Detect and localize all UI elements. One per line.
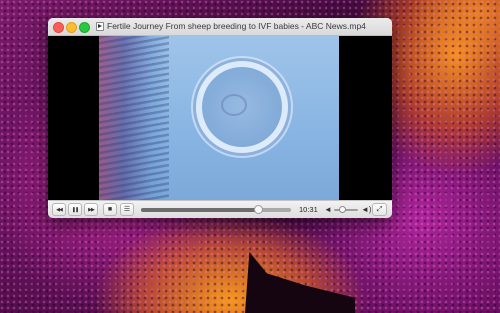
window-title: Fertile Journey From sheep breeding to I… <box>107 21 366 31</box>
video-egg-nucleus <box>221 94 247 116</box>
stop-icon: ■ <box>107 206 113 213</box>
fast-forward-button[interactable]: ▶▶ <box>84 203 98 216</box>
playlist-icon: ☰ <box>123 206 131 213</box>
video-area[interactable]: ))) <box>48 36 392 214</box>
playback-controls: ◀◀ ❚❚ ▶▶ ■ ☰ 10:31 ◄ ◄) ⤢ <box>48 200 392 218</box>
seek-bar[interactable] <box>141 205 291 214</box>
fullscreen-button[interactable]: ⤢ <box>372 203 387 216</box>
fast-forward-icon: ▶▶ <box>88 207 95 213</box>
volume-high-icon[interactable]: ◄) <box>361 205 372 214</box>
pause-icon: ❚❚ <box>71 207 79 213</box>
playlist-button[interactable]: ☰ <box>120 203 134 216</box>
rewind-icon: ◀◀ <box>56 207 63 213</box>
volume-slider[interactable] <box>334 206 358 213</box>
seek-bar-handle[interactable] <box>254 205 263 214</box>
close-button[interactable] <box>53 22 64 33</box>
video-frame: ))) <box>99 36 339 214</box>
stop-button[interactable]: ■ <box>103 203 117 216</box>
pause-button[interactable]: ❚❚ <box>68 203 82 216</box>
seek-bar-progress <box>141 208 258 212</box>
video-tissue-region <box>99 36 169 214</box>
volume-slider-handle[interactable] <box>339 206 347 213</box>
title-bar[interactable]: Fertile Journey From sheep breeding to I… <box>48 18 392 36</box>
zoom-button[interactable] <box>79 22 90 33</box>
time-remaining: 10:31 <box>299 205 318 214</box>
minimize-button[interactable] <box>66 22 77 33</box>
rewind-button[interactable]: ◀◀ <box>52 203 66 216</box>
fullscreen-icon: ⤢ <box>376 206 383 213</box>
video-player-window: Fertile Journey From sheep breeding to I… <box>48 18 392 218</box>
volume-low-icon[interactable]: ◄ <box>324 205 332 214</box>
movie-file-icon <box>96 22 104 31</box>
